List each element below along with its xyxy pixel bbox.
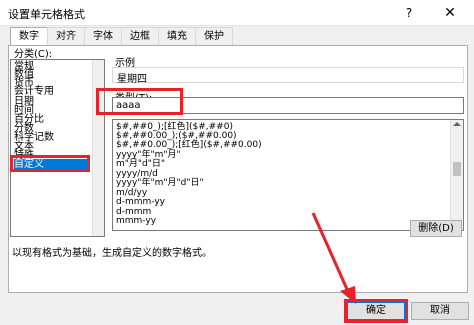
- category-list[interactable]: 常规 数值 货币 会计专用 日期 时间 百分比 分数 科学记数 文本 特殊 自定…: [10, 59, 105, 237]
- tab-font[interactable]: 字体: [84, 27, 122, 46]
- tab-bar: 数字 对齐 字体 边框 填充 保护: [10, 27, 233, 47]
- description-text: 以现有格式为基础，生成自定义的数字格式。: [12, 248, 212, 259]
- tab-alignment[interactable]: 对齐: [47, 27, 85, 46]
- format-item[interactable]: $#,##0.00_);[红色]($#,##0.00): [116, 140, 262, 150]
- cancel-button[interactable]: 取消: [411, 302, 469, 320]
- category-label: 分类(C):: [14, 49, 53, 60]
- tab-border[interactable]: 边框: [121, 27, 159, 46]
- format-item[interactable]: m"月"d"日": [116, 159, 165, 169]
- close-icon[interactable]: ✕: [440, 3, 460, 23]
- format-list[interactable]: $#,##0_);[红色]($#,##0) $#,##0.00_);($#,##…: [112, 119, 464, 231]
- scroll-up-icon[interactable]: [453, 122, 461, 126]
- format-item[interactable]: yyyy"年"m"月"d"日": [116, 178, 204, 188]
- category-scrollbar[interactable]: [92, 60, 104, 236]
- help-icon[interactable]: ?: [400, 4, 418, 22]
- tab-protection[interactable]: 保护: [195, 27, 233, 46]
- scroll-thumb[interactable]: [453, 162, 461, 176]
- format-item[interactable]: d-mmm-yy: [116, 197, 165, 207]
- sample-box: [112, 67, 464, 83]
- highlight-box-category: [10, 155, 90, 172]
- format-item[interactable]: mmm-yy: [116, 216, 156, 226]
- tab-number[interactable]: 数字: [10, 27, 48, 47]
- sample-value: 星期四: [117, 74, 147, 85]
- delete-button[interactable]: 删除(D): [410, 220, 462, 237]
- tab-fill[interactable]: 填充: [158, 27, 196, 46]
- format-scrollbar[interactable]: [450, 120, 463, 230]
- highlight-box-ok: [344, 299, 408, 323]
- title-bar: 设置单元格格式 ? ✕: [0, 0, 474, 26]
- window-title: 设置单元格格式: [8, 8, 85, 21]
- highlight-box-type: [96, 88, 183, 115]
